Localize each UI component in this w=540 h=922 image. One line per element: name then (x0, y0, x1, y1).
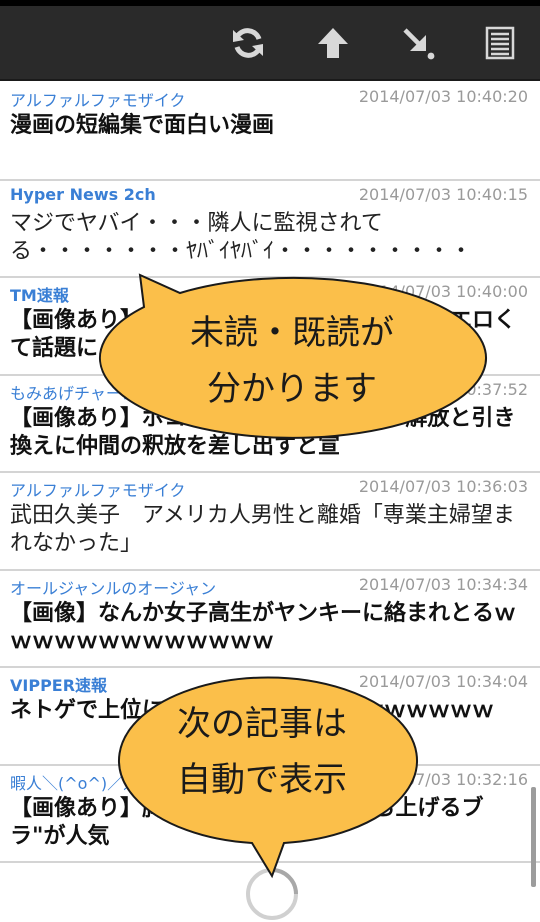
callout-text-line: 分かります (207, 369, 377, 409)
scrollbar[interactable] (531, 787, 536, 887)
article-site: TM速報 (10, 286, 69, 305)
next-article-button[interactable] (391, 16, 445, 70)
article-item[interactable]: アルファルファモザイク 2014/07/03 10:40:20 漫画の短編集で面… (0, 83, 540, 181)
article-date: 2014/07/03 10:36:03 (358, 477, 528, 496)
article-title: 【画像】なんか女子高生がヤンキーに絡まれとるｗｗｗｗｗｗｗｗｗｗｗｗｗ (10, 600, 517, 654)
article-title: マジでヤバイ・・・隣人に監視されてる・・・・・・・ﾔﾊﾞｲﾔﾊﾞｲ・・・・・・・… (10, 210, 473, 264)
action-bar (0, 6, 540, 81)
callout-text-line: 次の記事は (177, 704, 347, 744)
article-date: 2014/07/03 10:40:20 (358, 87, 528, 106)
refresh-button[interactable] (221, 16, 275, 70)
article-site: アルファルファモザイク (10, 481, 186, 500)
arrow-up-icon (318, 28, 348, 58)
article-date: 2014/07/03 10:34:34 (358, 574, 528, 594)
refresh-icon (233, 28, 263, 58)
article-site: Hyper News 2ch (10, 184, 156, 204)
article-date: 2014/07/03 10:40:15 (358, 184, 528, 204)
article-site: オールジャンルのオージャン (10, 578, 217, 598)
callout-text-line: 未読・既読が (190, 313, 394, 353)
scroll-top-button[interactable] (306, 16, 360, 70)
read-status-callout: 未読・既読が 分かります (98, 265, 487, 455)
article-title: 漫画の短編集で面白い漫画 (10, 113, 275, 138)
article-item[interactable]: Hyper News 2ch 2014/07/03 10:40:15 マジでヤバ… (0, 180, 540, 278)
article-title: 武田久美子 アメリカ人男性と離婚「専業主婦望まれなかった」 (10, 503, 515, 556)
article-item[interactable]: オールジャンルのオージャン 2014/07/03 10:34:34 【画像】なん… (0, 570, 540, 668)
article-site: アルファルファモザイク (10, 91, 186, 110)
callout-text-line: 自動で表示 (177, 760, 347, 800)
arrow-down-right-icon (403, 28, 435, 60)
list-icon (485, 26, 515, 60)
list-menu-button[interactable] (473, 16, 527, 70)
article-item[interactable]: アルファルファモザイク 2014/07/03 10:36:03 武田久美子 アメ… (0, 473, 540, 571)
article-site: VIPPER速報 (10, 676, 108, 695)
auto-next-callout: 次の記事は 自動で表示 (112, 676, 418, 879)
